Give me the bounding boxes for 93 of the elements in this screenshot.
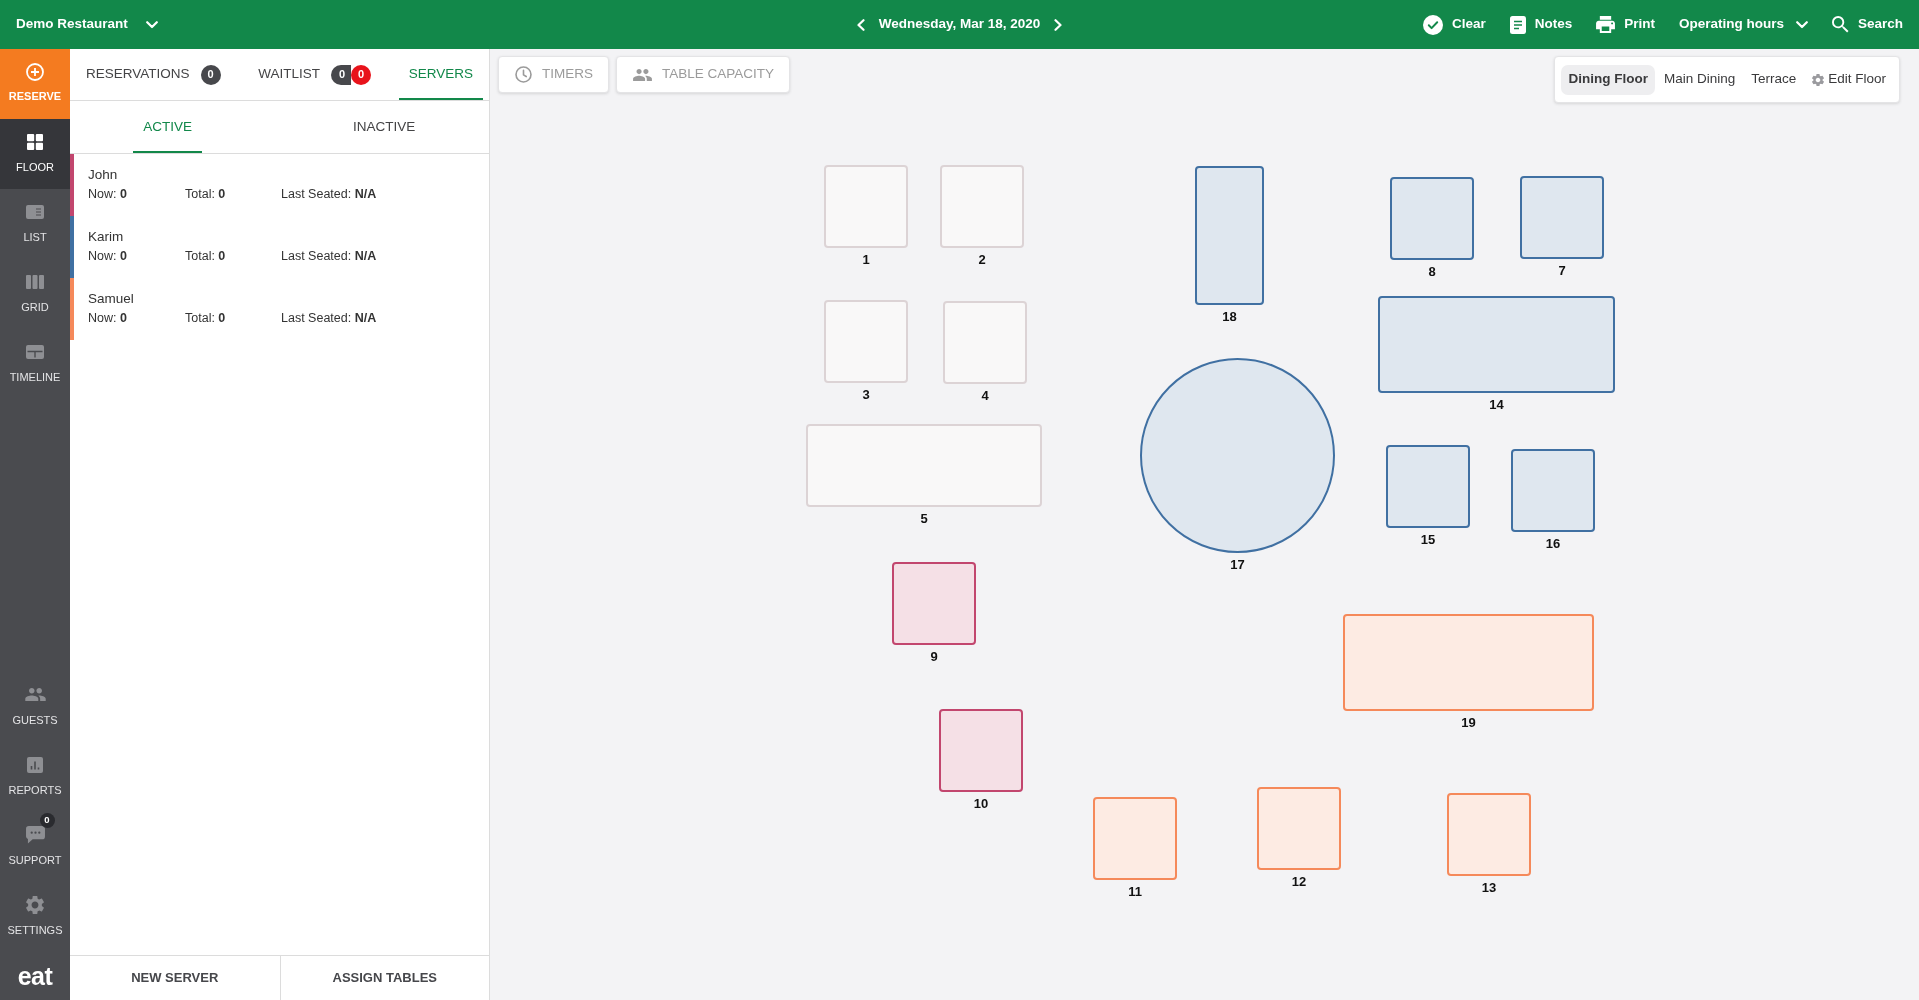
notes-button[interactable]: Notes: [1509, 14, 1573, 35]
now-count: Now: 0: [88, 249, 128, 264]
document-icon: [1509, 15, 1526, 34]
total-count: Total: 0: [185, 187, 227, 202]
bar-chart-icon: [27, 756, 43, 773]
filter-tab[interactable]: INACTIVE: [343, 101, 426, 153]
restaurant-dropdown[interactable]: Demo Restaurant: [16, 14, 158, 35]
chevron-down-icon: [1795, 20, 1808, 29]
floor-tab[interactable]: Dining Floor: [1561, 64, 1655, 95]
clock-icon: [515, 66, 532, 83]
panel-tab[interactable]: WAITLIST 0 0: [248, 49, 382, 100]
people-icon: [24, 688, 46, 702]
edit-floor-button[interactable]: Edit Floor: [1805, 64, 1893, 95]
settings-icon: [1812, 73, 1825, 86]
sidebar-nav-item[interactable]: 0 SUPPORT: [0, 812, 70, 882]
last-seated: Last Seated: N/A: [281, 249, 377, 264]
search-button[interactable]: Search: [1831, 14, 1903, 35]
table-number: 15: [1420, 532, 1436, 547]
count-badge: 0: [351, 64, 372, 85]
table-number: 7: [1558, 263, 1566, 278]
new-server-button[interactable]: NEW SERVER: [70, 956, 280, 1000]
dining-table[interactable]: [1093, 797, 1177, 880]
count-badge: 0: [330, 64, 352, 85]
dining-table[interactable]: [1378, 296, 1615, 393]
dining-table[interactable]: [1195, 166, 1264, 305]
dining-table[interactable]: [1520, 176, 1604, 259]
sidebar-nav-item[interactable]: LIST: [0, 189, 70, 259]
sidebar-nav-item[interactable]: TIMELINE: [0, 329, 70, 399]
sidebar-nav-item[interactable]: REPORTS: [0, 742, 70, 812]
table-number: 14: [1489, 397, 1504, 412]
total-count: Total: 0: [185, 249, 227, 264]
clear-button[interactable]: Clear: [1422, 14, 1486, 35]
dining-table[interactable]: [1386, 445, 1470, 528]
settings-icon: [26, 895, 44, 914]
table-number: 2: [978, 252, 986, 267]
print-button[interactable]: Print: [1596, 14, 1655, 35]
server-name: Samuel: [88, 291, 135, 307]
floor-tab[interactable]: Main Dining: [1656, 64, 1743, 95]
last-seated: Last Seated: N/A: [281, 187, 377, 202]
server-name: John: [88, 167, 119, 183]
last-seated: Last Seated: N/A: [281, 311, 377, 326]
table-number: 17: [1230, 557, 1245, 572]
table-number: 1: [862, 252, 870, 267]
floor-tab[interactable]: Terrace: [1744, 64, 1804, 95]
columns-icon: [26, 274, 44, 289]
server-name: Karim: [88, 229, 125, 245]
table-number: 10: [973, 796, 989, 811]
logo: eat: [17, 963, 53, 989]
table-number: 12: [1291, 874, 1307, 889]
sidebar-nav-item[interactable]: GUESTS: [0, 672, 70, 742]
panel-tab[interactable]: SERVERS: [398, 49, 483, 100]
chat-bubble-icon: [25, 825, 45, 844]
search-icon: [1831, 16, 1849, 33]
chevron-right-icon: [1054, 18, 1063, 31]
dining-table[interactable]: [892, 562, 976, 645]
table-number: 16: [1545, 536, 1561, 551]
table-number: 18: [1222, 309, 1237, 324]
sidebar-nav-item[interactable]: FLOOR: [0, 119, 70, 189]
count-badge: 0: [39, 812, 55, 828]
table-number: 3: [862, 387, 870, 402]
plus-circle-icon: [26, 63, 44, 82]
people-icon: [633, 68, 652, 81]
dining-table[interactable]: [1343, 614, 1594, 711]
check-circle-icon: [1422, 14, 1443, 35]
sidebar-nav-item[interactable]: GRID: [0, 259, 70, 329]
table-number: 19: [1461, 715, 1476, 730]
layout-grid-icon: [26, 344, 44, 359]
table-number: 4: [981, 388, 989, 403]
filter-tab[interactable]: ACTIVE: [133, 101, 203, 153]
dining-table[interactable]: [939, 709, 1023, 792]
assign-tables-button[interactable]: ASSIGN TABLES: [279, 956, 489, 1000]
dining-table[interactable]: [1511, 449, 1595, 532]
total-count: Total: 0: [185, 311, 227, 326]
table-number: 13: [1481, 880, 1497, 895]
panel-tab[interactable]: RESERVATIONS 0: [76, 49, 231, 100]
chevron-left-icon: [856, 18, 865, 31]
table-number: 9: [930, 649, 938, 664]
table-number: 8: [1428, 264, 1436, 279]
date-label: Wednesday, Mar 18, 2020: [878, 15, 1041, 34]
now-count: Now: 0: [88, 187, 128, 202]
dining-table[interactable]: [1257, 787, 1341, 870]
table-number: 11: [1128, 884, 1142, 899]
card-list-icon: [26, 204, 44, 219]
now-count: Now: 0: [88, 311, 128, 326]
sidebar-nav-item[interactable]: SETTINGS: [0, 882, 70, 952]
chevron-down-icon: [145, 20, 158, 29]
printer-icon: [1596, 16, 1616, 33]
count-badge: 0: [200, 64, 221, 85]
operating-hours-dropdown[interactable]: Operating hours: [1678, 14, 1808, 35]
four-squares-icon: [27, 133, 43, 150]
dining-table[interactable]: [1447, 793, 1531, 876]
dining-table[interactable]: [1390, 177, 1474, 260]
table-number: 5: [920, 511, 928, 526]
